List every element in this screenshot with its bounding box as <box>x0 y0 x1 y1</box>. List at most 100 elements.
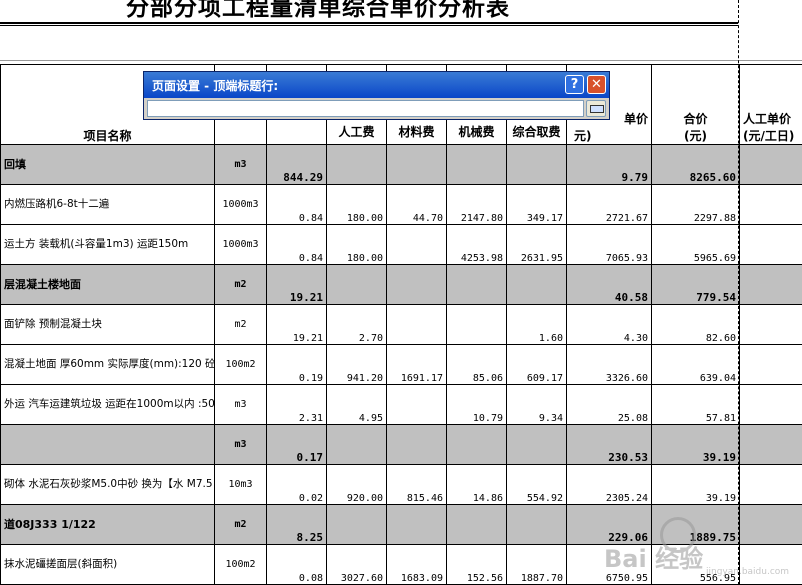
row-labor[interactable]: 180.00 <box>326 184 387 225</box>
row-machine[interactable] <box>446 264 507 305</box>
row-name[interactable]: 外运 汽车运建筑垃圾 运距在1000m以内 :5000 <box>0 384 215 425</box>
row-name[interactable]: 抹水泥礓搓面层(斜面积) <box>0 544 215 585</box>
row-material[interactable]: 44.70 <box>386 184 447 225</box>
row-qty[interactable]: 0.08 <box>266 544 327 585</box>
row-total[interactable]: 82.60 <box>651 304 740 345</box>
row-unit[interactable]: m2 <box>214 264 267 305</box>
row-overhead[interactable]: 9.34 <box>506 384 567 425</box>
row-unit[interactable]: m3 <box>214 424 267 465</box>
row-total[interactable]: 57.81 <box>651 384 740 425</box>
row-qty[interactable]: 19.21 <box>266 304 327 345</box>
row-labor-rate[interactable] <box>739 144 802 185</box>
row-qty[interactable]: 19.21 <box>266 264 327 305</box>
row-material[interactable] <box>386 144 447 185</box>
row-qty[interactable]: 0.19 <box>266 344 327 385</box>
row-machine[interactable] <box>446 424 507 465</box>
dialog-titlebar[interactable]: 页面设置 - 顶端标题行: ? ✕ <box>144 72 609 98</box>
row-total[interactable]: 2297.88 <box>651 184 740 225</box>
row-machine[interactable] <box>446 144 507 185</box>
row-material[interactable] <box>386 384 447 425</box>
row-name[interactable]: 内燃压路机6-8t十二遍 <box>0 184 215 225</box>
expand-dialog-button[interactable] <box>586 100 606 117</box>
row-labor[interactable]: 180.00 <box>326 224 387 265</box>
row-labor[interactable] <box>326 144 387 185</box>
row-qty[interactable]: 0.02 <box>266 464 327 505</box>
row-total[interactable]: 39.19 <box>651 464 740 505</box>
row-labor-rate[interactable] <box>739 424 802 465</box>
row-unit[interactable]: m3 <box>214 144 267 185</box>
row-machine[interactable] <box>446 504 507 545</box>
row-machine[interactable]: 4253.98 <box>446 224 507 265</box>
row-unit-price[interactable]: 2721.67 <box>566 184 652 225</box>
row-unit-price[interactable]: 9.79 <box>566 144 652 185</box>
row-labor[interactable]: 920.00 <box>326 464 387 505</box>
row-unit[interactable]: 10m3 <box>214 464 267 505</box>
row-material[interactable]: 1691.17 <box>386 344 447 385</box>
help-button[interactable]: ? <box>565 75 584 94</box>
row-unit[interactable]: m2 <box>214 504 267 545</box>
row-overhead[interactable]: 1887.70 <box>506 544 567 585</box>
row-labor[interactable]: 3027.60 <box>326 544 387 585</box>
row-material[interactable] <box>386 504 447 545</box>
row-unit[interactable]: 100m2 <box>214 544 267 585</box>
row-labor-rate[interactable]: 30 <box>739 304 802 345</box>
row-overhead[interactable] <box>506 144 567 185</box>
row-overhead[interactable]: 609.17 <box>506 344 567 385</box>
row-material[interactable] <box>386 304 447 345</box>
row-unit[interactable]: m3 <box>214 384 267 425</box>
row-total[interactable]: 8265.60 <box>651 144 740 185</box>
row-name[interactable]: 运土方 装载机(斗容量1m3) 运距150m <box>0 224 215 265</box>
row-unit[interactable]: m2 <box>214 304 267 345</box>
row-labor[interactable]: 941.20 <box>326 344 387 385</box>
spreadsheet-grid[interactable]: 项目名称 人工费 材料费 机械费 综合取费 单价 元) 合价 (元) 人工单价 … <box>0 64 802 585</box>
row-unit-price[interactable]: 230.53 <box>566 424 652 465</box>
row-labor[interactable] <box>326 504 387 545</box>
row-qty[interactable]: 0.17 <box>266 424 327 465</box>
row-total[interactable]: 779.54 <box>651 264 740 305</box>
row-machine[interactable] <box>446 304 507 345</box>
row-machine[interactable]: 2147.80 <box>446 184 507 225</box>
row-machine[interactable]: 152.56 <box>446 544 507 585</box>
row-name[interactable]: 混凝土地面 厚60mm 实际厚度(mm):120 砼中砂碎石40mmC20】 <box>0 344 215 385</box>
row-labor-rate[interactable]: 40 <box>739 464 802 505</box>
row-material[interactable]: 815.46 <box>386 464 447 505</box>
row-name[interactable] <box>0 424 215 465</box>
row-name[interactable]: 砌体 水泥石灰砂浆M5.0中砂 换为【水 M7.5 中砂】 <box>0 464 215 505</box>
row-qty[interactable]: 2.31 <box>266 384 327 425</box>
row-labor-rate[interactable]: 30 <box>739 344 802 385</box>
row-qty[interactable]: 844.29 <box>266 144 327 185</box>
title-rows-input[interactable] <box>147 100 584 117</box>
row-machine[interactable]: 10.79 <box>446 384 507 425</box>
row-unit[interactable]: 100m2 <box>214 344 267 385</box>
row-qty[interactable]: 0.84 <box>266 184 327 225</box>
row-unit-price[interactable]: 40.58 <box>566 264 652 305</box>
row-unit[interactable]: 1000m3 <box>214 224 267 265</box>
row-labor[interactable]: 4.95 <box>326 384 387 425</box>
row-unit-price[interactable]: 3326.60 <box>566 344 652 385</box>
row-machine[interactable]: 85.06 <box>446 344 507 385</box>
row-material[interactable] <box>386 224 447 265</box>
row-total[interactable]: 5965.69 <box>651 224 740 265</box>
row-overhead[interactable] <box>506 264 567 305</box>
page-setup-dialog[interactable]: 页面设置 - 顶端标题行: ? ✕ <box>143 71 610 120</box>
row-total[interactable]: 39.19 <box>651 424 740 465</box>
row-material[interactable]: 1683.09 <box>386 544 447 585</box>
row-overhead[interactable] <box>506 504 567 545</box>
row-total[interactable]: 639.04 <box>651 344 740 385</box>
row-qty[interactable]: 8.25 <box>266 504 327 545</box>
close-button[interactable]: ✕ <box>587 75 606 94</box>
row-qty[interactable]: 0.84 <box>266 224 327 265</box>
row-unit-price[interactable]: 25.08 <box>566 384 652 425</box>
row-machine[interactable]: 14.86 <box>446 464 507 505</box>
row-labor[interactable]: 2.70 <box>326 304 387 345</box>
row-labor[interactable] <box>326 264 387 305</box>
row-overhead[interactable]: 2631.95 <box>506 224 567 265</box>
row-labor-rate[interactable]: 30 <box>739 384 802 425</box>
row-unit[interactable]: 1000m3 <box>214 184 267 225</box>
row-labor-rate[interactable] <box>739 264 802 305</box>
row-overhead[interactable]: 349.17 <box>506 184 567 225</box>
row-name[interactable]: 面铲除 预制混凝土块 <box>0 304 215 345</box>
row-labor-rate[interactable]: 30 <box>739 184 802 225</box>
row-material[interactable] <box>386 424 447 465</box>
row-overhead[interactable] <box>506 424 567 465</box>
